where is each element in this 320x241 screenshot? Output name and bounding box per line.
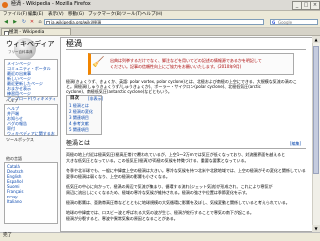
- menu-help[interactable]: ヘルプ(H): [142, 12, 162, 18]
- reload-icon[interactable]: ↻: [20, 19, 28, 26]
- section-line: 極渦の影響は、亜熱帯高圧帯などとともに地球規模の大気循環に影響を及ぼし、気候変動…: [66, 200, 290, 205]
- menu-edit[interactable]: 編集(E): [28, 12, 43, 18]
- sidebar-languages: Català Deutsch English Español Suomi Fra…: [4, 162, 58, 224]
- site-tagline: フリー百科事典: [8, 50, 33, 54]
- sidebar-nav: メインページ コミュニティ・ポータル 最近の出来事 新しいページ 最近更新したペ…: [4, 59, 58, 101]
- section-heading: 極渦とは: [66, 140, 91, 147]
- section-edit-link[interactable]: [編集]: [290, 141, 301, 146]
- tab-label: 極渦 - Wikipedia: [9, 30, 45, 35]
- section-line: 低気圧の中心に向かって、極渦の周辺で気流が集まり、循環する流れ(ジェット気流)が…: [66, 184, 273, 189]
- firefox-icon: [2, 2, 8, 8]
- page-favicon-icon: [46, 21, 50, 24]
- tab-active[interactable]: 極渦 - Wikipedia: [1, 28, 71, 35]
- sidebar-lang-heading: 他の言語: [6, 156, 22, 161]
- home-icon[interactable]: ⌂: [36, 19, 44, 26]
- page-title: 極渦: [66, 39, 82, 48]
- stop-icon[interactable]: ✕: [28, 19, 36, 26]
- menu-go[interactable]: 移動(G): [68, 12, 84, 18]
- scroll-down-icon[interactable]: ▼: [312, 225, 320, 232]
- sidebar-help-heading: ヘルプ: [6, 98, 18, 103]
- site-name: ウィキペディア: [6, 40, 55, 48]
- toc-item[interactable]: 2 極渦の変化: [69, 109, 93, 114]
- address-bar[interactable]: ja.wikipedia.org/wiki/極渦: [44, 19, 264, 25]
- search-placeholder: Google: [278, 20, 293, 25]
- scroll-up-icon[interactable]: ▲: [312, 36, 320, 43]
- menu-file[interactable]: ファイル(F): [3, 12, 27, 18]
- intro-line: cyclone)、南極低気圧(antarctic cyclone)などともいう。: [66, 89, 172, 94]
- section-line: 大きな低気圧となっている。この低気圧(極渦)が両極の気候を特徴づける、重要な要素…: [66, 158, 249, 163]
- tab-favicon-icon: [4, 31, 9, 35]
- forward-icon[interactable]: ▶: [11, 19, 19, 26]
- menu-bar: ファイル(F) 編集(E) 表示(V) 移動(G) ブックマーク(B) ツール(…: [0, 11, 320, 18]
- section-line: 夏季の極渦は弱くなり、上空の極渦の影響も小さくなる。: [66, 174, 170, 179]
- section-line: 地球の中緯度では、ロスビー波と呼ばれる大気の波が生じ、極渦が蛇行することで寒気の…: [66, 210, 254, 215]
- broom-icon: 🧹: [92, 57, 105, 68]
- toc-item[interactable]: 4 参考文献: [69, 121, 89, 126]
- toc-item[interactable]: 1 極渦とは: [69, 103, 89, 108]
- notice-text-2: ください。記事の信頼性向上にご協力をお願いいたします。(2010年9月): [110, 64, 242, 69]
- sidebar-tools-heading[interactable]: ツールボックス: [6, 137, 34, 142]
- notice-text-1: 出典は列挙するだけでなく、脚注などを用いてどの記述の情報源であるかを明記して: [110, 58, 262, 63]
- section-line: 周辺に流出しにくくなるため、極域の寒冷な気候が維持される。極渦の強さや位置は季節…: [66, 190, 250, 195]
- menu-tools[interactable]: ツール(T): [122, 12, 142, 18]
- status-text: 完了: [3, 233, 12, 238]
- search-box[interactable]: G Google: [270, 19, 318, 25]
- back-icon[interactable]: ◀: [2, 19, 10, 26]
- address-text: ja.wikipedia.org/wiki/極渦: [51, 20, 102, 25]
- section-line: 冬季や北半球でも、一般に中緯度上空の極渦は大きい。寒冷な気候を持つ北米や北欧地域…: [66, 168, 306, 173]
- menu-bookmarks[interactable]: ブックマーク(B): [88, 12, 122, 18]
- close-button[interactable]: ×: [310, 1, 320, 10]
- scroll-thumb[interactable]: [313, 46, 319, 174]
- menu-view[interactable]: 表示(V): [48, 12, 64, 18]
- toc-item[interactable]: 5 関連項目: [69, 127, 89, 132]
- toc-item[interactable]: 3 関連項目: [69, 115, 89, 120]
- toc-title: 目次: [70, 96, 79, 101]
- sidebar-help: ヘルプ 井戸端 お知らせ バグの報告 寄付 ウィキペディアに関するお問い合わせ: [4, 104, 58, 136]
- section-line: 両極の地上付近は極高気圧(極高圧帯)で覆われているが、上空1〜2万mでは気圧が低…: [66, 152, 286, 157]
- section-divider: [66, 148, 306, 149]
- section-line: 極渦が分裂すると、寒波や異常気象の原因となることがある。: [66, 216, 178, 221]
- title-divider: [66, 49, 306, 50]
- window-title: 極渦 - Wikipedia - Mozilla Firefox: [11, 1, 91, 7]
- toc-hide-link[interactable]: [非表示]: [88, 96, 103, 101]
- sidebar-item-contact[interactable]: ウィキペディアに関するお問い合わせ: [7, 131, 55, 136]
- title-bar: 極渦 - Wikipedia - Mozilla Firefox _ □ ×: [0, 0, 320, 11]
- lang-link[interactable]: Italiano: [7, 199, 55, 204]
- google-icon: G: [272, 20, 276, 25]
